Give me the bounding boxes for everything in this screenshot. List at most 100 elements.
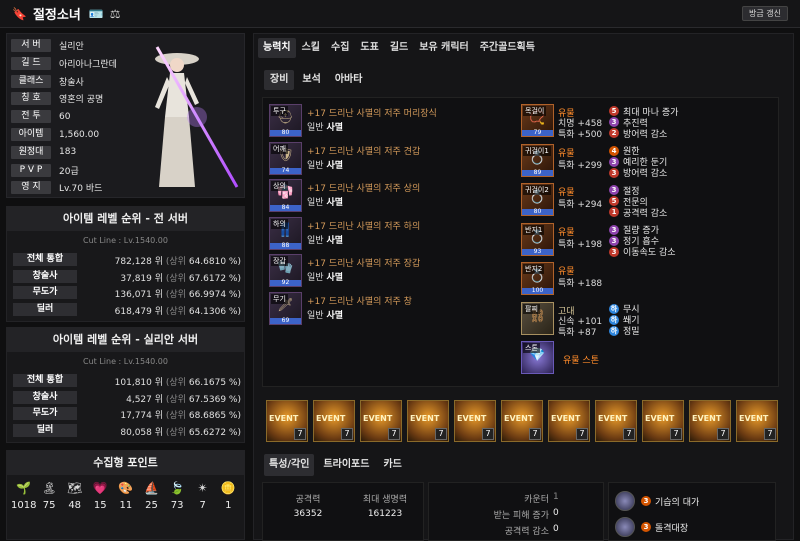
rank-percent: 66.1675 %) (188, 378, 241, 388)
equipment-item[interactable]: 🛡 어깨 74 +17 드리난 사멸의 저주 견갑 일반 사멸 (269, 141, 519, 178)
bookmark-icon[interactable]: 🔖 (12, 7, 27, 21)
rank-number: 4,527 위 (126, 394, 164, 405)
accessory-icon[interactable]: 💍 귀걸이1 89 (521, 143, 554, 177)
event-card[interactable]: EVENT 7 (266, 400, 308, 442)
accessory-item[interactable]: 💍 귀걸이2 80 유물 특화 +294 3 절정 5 전문의 1 공격력 감소 (521, 183, 776, 219)
event-label: EVENT (410, 414, 440, 423)
collect-item[interactable]: 🏝 75 (37, 481, 62, 511)
event-card[interactable]: EVENT 7 (548, 400, 590, 442)
star-icon: ✴ (197, 481, 208, 495)
event-label: EVENT (598, 414, 628, 423)
collect-item[interactable]: 💗 15 (88, 481, 113, 511)
quality-bar: 74 (270, 167, 301, 174)
rank-percent: 68.6865 %) (188, 411, 241, 421)
tab-4[interactable]: 길드 (385, 38, 413, 58)
accessory-item[interactable]: 📿 목걸이 79 유물 치명 +458 특화 +500 5 최대 마나 증가 3 추진력 2 방어력 … (521, 104, 776, 140)
accessory-item[interactable]: 💍 반지1 93 유물 특화 +198 3 질량 증가 3 정기 흡수 3 이동속도 감소 (521, 222, 776, 259)
event-card[interactable]: EVENT 7 (642, 400, 684, 442)
equipment-item[interactable]: 👖 하의 88 +17 드리난 사멸의 저주 하의 일반 사멸 (269, 216, 519, 253)
scale-icon[interactable]: ⚖ (110, 7, 121, 21)
collect-item[interactable]: ✴ 7 (190, 481, 215, 511)
rank-value: 782,128 위 (상위 64.6810 %) (115, 254, 241, 267)
rank-percent: 67.5369 %) (188, 394, 241, 405)
id-card-icon[interactable]: 🪪 (89, 7, 104, 21)
equipment-name: +17 드리난 사멸의 저주 머리장식 (307, 109, 437, 119)
equipment-icon[interactable]: 👖 하의 88 (269, 216, 302, 250)
main-panel: 능력치 스킬 수집 도표 길드 보유 캐릭터 주간골드획득 장비 보석 아바타 ⛑ 투구 80 +17… (253, 33, 794, 541)
subtab-0[interactable]: 장비 (264, 70, 295, 90)
equipment-set-name: 사멸 (326, 235, 343, 246)
equipment-icon[interactable]: 🛡 어깨 74 (269, 141, 302, 175)
tab-2[interactable]: 수집 (326, 38, 354, 58)
profile-value: 20급 (59, 166, 79, 177)
equipment-item[interactable]: 👘 상의 84 +17 드리난 사멸의 저주 상의 일반 사멸 (269, 179, 519, 215)
equipment-icon[interactable]: ⛑ 투구 80 (269, 104, 302, 137)
collect-item[interactable]: ⛵ 25 (139, 481, 164, 511)
event-card[interactable]: EVENT 7 (736, 400, 778, 442)
bottom-tab-2[interactable]: 카드 (378, 454, 406, 476)
profile-value: Lv.70 바드 (59, 184, 103, 195)
event-card[interactable]: EVENT 7 (313, 400, 355, 442)
tab-0[interactable]: 능력치 (258, 38, 296, 58)
accessory-stat: 특화 +299 (558, 160, 603, 171)
equipment-item[interactable]: 🗡 무기 69 +17 드리난 사멸의 저주 창 일반 사멸 (269, 291, 519, 328)
accessory-item[interactable]: ⛓ 팔찌 고대 신속 +101 특화 +87 하 무시 하 쐐기 하 정밀 (521, 301, 776, 338)
engraving-level-badge: 하 (609, 314, 619, 325)
event-card[interactable]: EVENT 7 (360, 400, 402, 442)
event-card[interactable]: EVENT 7 (454, 400, 496, 442)
accessory-item[interactable]: 💍 귀걸이1 89 유물 특화 +299 4 원한 3 예리한 둔기 3 방어력 감소 (521, 143, 776, 180)
accessory-icon[interactable]: 💍 반지2 100 (521, 262, 554, 295)
accessory-engraving: 하 정밀 (609, 325, 640, 337)
profile-value: 실리안 (59, 42, 84, 52)
engraving-row[interactable]: 3 돌격대장 (615, 517, 688, 537)
accessory-icon[interactable]: 📿 목걸이 79 (521, 104, 554, 137)
event-label: EVENT (363, 414, 393, 423)
bottom-tab-1[interactable]: 트라이포드 (318, 454, 374, 476)
rank-row: 딜러 80,058 위 (상위 65.6272 %) (13, 423, 241, 438)
tab-6[interactable]: 주간골드획득 (475, 38, 540, 58)
equipment-icon[interactable]: 🧤 장갑 92 (269, 254, 302, 287)
equipment-item[interactable]: ⛑ 투구 80 +17 드리난 사멸의 저주 머리장식 일반 사멸 (269, 104, 519, 140)
equipment-icon[interactable]: 👘 상의 84 (269, 179, 302, 212)
event-label: EVENT (504, 414, 534, 423)
event-card[interactable]: EVENT 7 (595, 400, 637, 442)
stone-item[interactable]: 💎 스톤 유물 스톤 (521, 341, 776, 377)
event-label: EVENT (269, 414, 299, 423)
basic-stats-panel: 공격력 36352 최대 생명력 161223 (262, 482, 424, 541)
engraving-name: 돌격대장 (655, 523, 689, 534)
subtab-2[interactable]: 아바타 (329, 70, 369, 90)
coin-icon: 🪙 (220, 481, 236, 495)
event-card[interactable]: EVENT 7 (689, 400, 731, 442)
collect-item[interactable]: 🎨 11 (113, 481, 138, 511)
accessory-icon[interactable]: 💍 귀걸이2 80 (521, 183, 554, 216)
collect-item[interactable]: 🗺 48 (62, 481, 87, 511)
accessory-item[interactable]: 💍 반지2 100 유물 특화 +188 (521, 262, 776, 298)
refresh-button[interactable]: 방금 갱신 (742, 6, 788, 21)
slot-tag: 투구 (271, 106, 288, 116)
event-card[interactable]: EVENT 7 (407, 400, 449, 442)
accessory-icon[interactable]: ⛓ 팔찌 (521, 301, 554, 335)
engraving-icon (615, 517, 635, 537)
quality-bar: 84 (270, 205, 301, 211)
engraving-row[interactable]: 3 기습의 대가 (615, 491, 699, 511)
bottom-tab-0[interactable]: 특성/각인 (264, 454, 315, 476)
tab-1[interactable]: 스킬 (297, 38, 325, 58)
collect-item[interactable]: 🌱 1018 (11, 481, 36, 511)
event-card[interactable]: EVENT 7 (501, 400, 543, 442)
stone-icon[interactable]: 💎 스톤 (521, 341, 554, 374)
equipment-icon[interactable]: 🗡 무기 69 (269, 291, 302, 325)
accessory-icon[interactable]: 💍 반지1 93 (521, 222, 554, 256)
collect-item[interactable]: 🪙 1 (216, 481, 241, 511)
accessory-engraving: 1 공격력 감소 (609, 206, 667, 219)
atk-down-value: 0 (553, 524, 559, 534)
engraving-level-badge: 1 (609, 207, 619, 217)
collect-item[interactable]: 🍃 73 (165, 481, 190, 511)
rank-top: (상위 (165, 378, 186, 388)
equipment-set-name: 사멸 (326, 160, 343, 171)
tab-5[interactable]: 보유 캐릭터 (414, 38, 473, 58)
accessory-engraving: 3 방어력 감소 (609, 167, 667, 179)
tab-3[interactable]: 도표 (355, 38, 383, 58)
island-icon: 🏝 (41, 481, 57, 495)
subtab-1[interactable]: 보석 (296, 70, 326, 90)
equipment-item[interactable]: 🧤 장갑 92 +17 드리난 사멸의 저주 장갑 일반 사멸 (269, 254, 519, 290)
